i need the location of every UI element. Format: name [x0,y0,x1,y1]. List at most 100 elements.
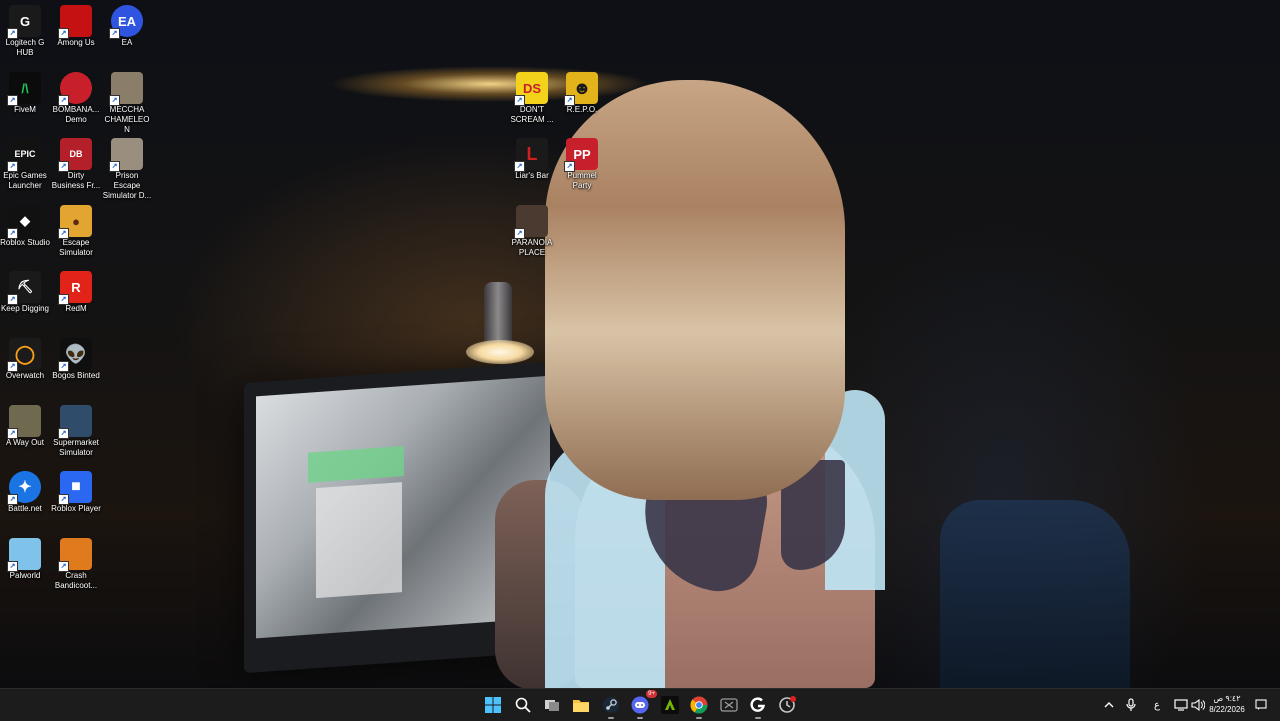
steam-icon[interactable] [600,694,622,719]
palworld-icon: ↗ [7,538,41,572]
desktop-icon-meccha-chameleon[interactable]: ↗ MECCHA CHAMELEON [102,67,152,135]
wallpaper-chair [940,500,1130,688]
desktop-icon-label: Epic Games Launcher [3,171,47,190]
discord-badge: 9+ [646,690,657,698]
shortcut-arrow-icon: ↗ [7,161,18,172]
shortcut-arrow-icon: ↗ [58,161,69,172]
network-icon[interactable] [1174,697,1188,713]
desktop-icon-dirty-business[interactable]: DB ↗ Dirty Business Fr... [51,133,101,191]
repo-icon: ☻ ↗ [564,72,598,106]
search-icon[interactable] [512,694,534,716]
desktop-icon-label: DON'T SCREAM ... [510,105,554,124]
shortcut-arrow-icon: ↗ [58,228,69,239]
desktop-icon-battle-net[interactable]: ✦ ↗ Battle.net [0,466,50,514]
desktop-icon-label: Dirty Business Fr... [51,171,101,190]
desktop-icon-redm[interactable]: R ↗ RedM [51,266,101,314]
ea-icon: EA ↗ [109,5,143,39]
meccha-chameleon-icon: ↗ [109,72,143,106]
desktop-icon-roblox-player[interactable]: ■ ↗ Roblox Player [51,466,101,514]
shortcut-arrow-icon: ↗ [7,361,18,372]
escape-simulator-icon: ● ↗ [58,205,92,239]
liars-bar-icon: L ↗ [514,138,548,172]
desktop-icon-palworld[interactable]: ↗ Palworld [0,533,50,581]
discord-icon[interactable]: 9+ [629,690,657,719]
chrome-icon[interactable] [688,694,710,719]
xbox-icon[interactable] [718,694,740,716]
windows-start-icon[interactable] [482,694,504,716]
logitech-icon[interactable] [747,694,769,719]
clock[interactable]: ٩:٤٢ ص 8/22/2026 [1204,693,1250,715]
desktop-icon-supermarket-simulator[interactable]: ↗ Supermarket Simulator [51,400,101,458]
desktop-icon-crash-bandicoot[interactable]: ↗ Crash Bandicoot... [51,533,101,591]
notification-icon[interactable] [1254,697,1268,713]
shortcut-arrow-icon: ↗ [58,361,69,372]
shortcut-arrow-icon: ↗ [58,561,69,572]
logitech-icon: G ↗ [7,5,41,39]
overwatch-icon: ◯ ↗ [7,338,41,372]
desktop-icon-among-us[interactable]: ↗ Among Us [51,0,101,48]
desktop-icon-a-way-out[interactable]: ↗ A Way Out [0,400,50,448]
desktop-icon-label: Battle.net [8,504,42,513]
desktop-icon-label: EA [121,38,133,47]
pummel-party-icon: PP ↗ [564,138,598,172]
desktop-icon-label: Among Us [57,38,95,47]
desktop-icon-dont-scream[interactable]: DS ↗ DON'T SCREAM ... [507,67,557,125]
desktop-icon-label: Roblox Studio [0,238,50,247]
fivem-icon: /\ ↗ [7,72,41,106]
desktop-icon-prison-escape-simulator[interactable]: ↗ Prison Escape Simulator D... [102,133,152,201]
battle-net-icon: ✦ ↗ [7,471,41,505]
clock-time: ٩:٤٢ ص [1213,694,1241,703]
keep-digging-icon: ⛏ ↗ [7,271,41,305]
epic-games-icon: EPIC ↗ [7,138,41,172]
task-view-icon[interactable] [541,694,563,716]
chevron-up-icon[interactable] [1102,697,1116,713]
desktop-icon-pummel-party[interactable]: PP ↗ Pummel Party [557,133,607,191]
desktop-icon-fivem[interactable]: /\ ↗ FiveM [0,67,50,115]
wallpaper-screen-element [308,446,404,483]
nvidia-icon[interactable] [659,694,681,716]
desktop-icon-epic-games-launcher[interactable]: EPIC ↗ Epic Games Launcher [0,133,50,191]
desktop-icon-roblox-studio[interactable]: ◆ ↗ Roblox Studio [0,200,50,248]
among-us-icon: ↗ [58,5,92,39]
shortcut-arrow-icon: ↗ [564,161,575,172]
desktop-icon-keep-digging[interactable]: ⛏ ↗ Keep Digging [0,266,50,314]
paranoia-place-icon: ↗ [514,205,548,239]
shortcut-arrow-icon: ↗ [7,294,18,305]
dirty-business-icon: DB ↗ [58,138,92,172]
desktop-icon-label: A Way Out [6,438,44,447]
shortcut-arrow-icon: ↗ [7,95,18,106]
desktop-icon-label: Keep Digging [0,304,50,313]
desktop-icon-liars-bar[interactable]: L ↗ Liar's Bar [507,133,557,181]
bombana-icon: ↗ [58,72,92,106]
shortcut-arrow-icon: ↗ [58,95,69,106]
shortcut-arrow-icon: ↗ [514,161,525,172]
dont-scream-icon: DS ↗ [514,72,548,106]
shortcut-arrow-icon: ↗ [109,28,120,39]
desktop-icon-label: Prison Escape Simulator D... [102,171,152,200]
bogos-binted-icon: 👽 ↗ [58,338,92,372]
crash-bandicoot-icon: ↗ [58,538,92,572]
desktop-icon-ea[interactable]: EA ↗ EA [102,0,152,48]
desktop-icon-label: FiveM [14,105,36,114]
shortcut-arrow-icon: ↗ [514,228,525,239]
desktop-icon-bombana-demo[interactable]: ↗ BOMBANA... Demo [51,67,101,125]
running-indicator [637,717,643,719]
shortcut-arrow-icon: ↗ [58,428,69,439]
shortcut-arrow-icon: ↗ [7,494,18,505]
desktop-icon-logitech-g-hub[interactable]: G ↗ Logitech G HUB [0,0,50,58]
folder-icon[interactable] [570,694,592,716]
desktop-icon-label: Crash Bandicoot... [54,571,98,590]
desktop-icon-label: Overwatch [5,371,45,380]
desktop-icon-label: Supermarket Simulator [53,438,99,457]
microphone-icon[interactable] [1124,697,1138,713]
desktop-icon-paranoia-place[interactable]: ↗ PARANOIA PLACE [507,200,557,258]
desktop-icon-bogos-binted[interactable]: 👽 ↗ Bogos Binted [51,333,101,381]
desktop-icon-overwatch[interactable]: ◯ ↗ Overwatch [0,333,50,381]
shortcut-arrow-icon: ↗ [58,494,69,505]
desktop-icon-escape-simulator[interactable]: ● ↗ Escape Simulator [51,200,101,258]
app-updater-icon[interactable] [776,694,798,716]
shortcut-arrow-icon: ↗ [7,561,18,572]
language-indicator[interactable]: ع [1150,697,1164,713]
desktop-icon-repo[interactable]: ☻ ↗ R.E.P.O. [557,67,607,115]
shortcut-arrow-icon: ↗ [58,28,69,39]
